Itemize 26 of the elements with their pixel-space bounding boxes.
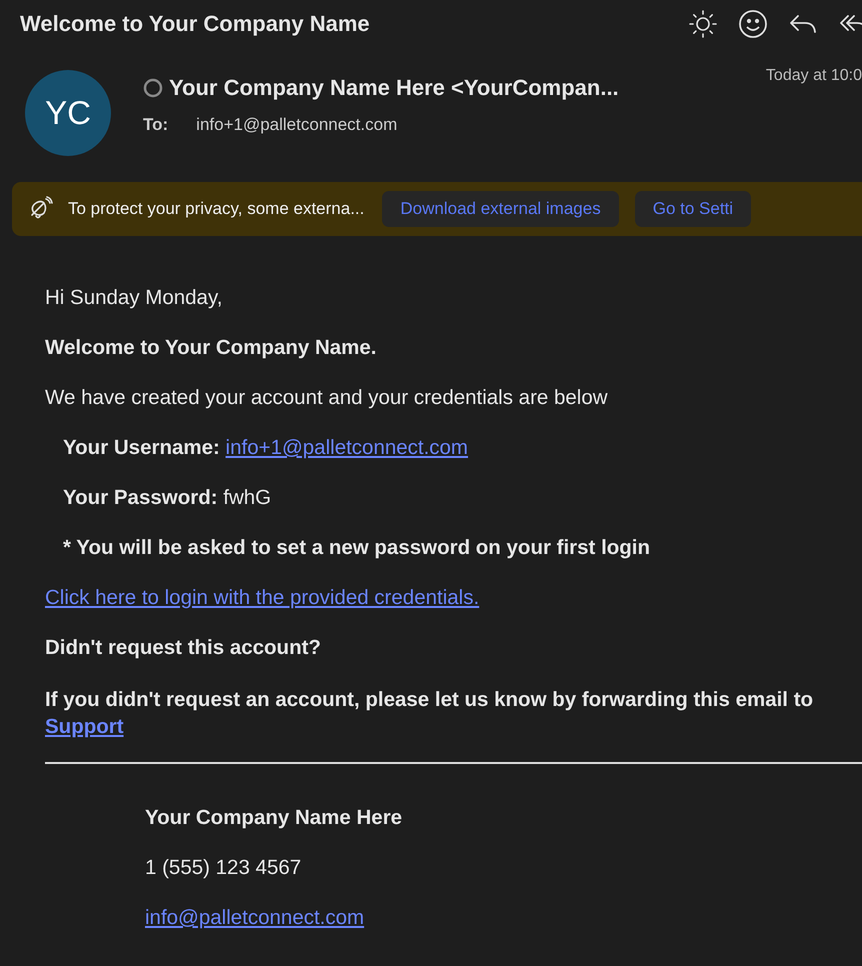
email-link[interactable]: info@palletconnect.com [145, 906, 364, 929]
status-circle-icon [143, 78, 163, 98]
company-name: Your Company Name Here [145, 806, 404, 830]
credential-label: Your Password: [63, 486, 218, 509]
privacy-notice: To protect your privacy, some externa... [68, 199, 364, 219]
username-link[interactable]: info+1@palletconnect.com [226, 436, 468, 459]
credential-label: Your Username: [63, 436, 220, 459]
body-heading: Didn't request this account? [45, 636, 322, 660]
phone-number: 1 (555) 123 4567 [145, 856, 302, 880]
credential-value: fwhG [223, 486, 272, 509]
body-heading: Welcome to Your Company Name. [45, 336, 378, 360]
login-link[interactable]: Click here to login with the provided credentials. [45, 586, 480, 609]
settings-button[interactable]: Go to Setti [634, 191, 752, 227]
sender-name: Your Company Name Here <YourCompan... [169, 75, 619, 101]
smiley-icon[interactable] [736, 7, 770, 41]
recipient-address: info+1@palletconnect.com [196, 115, 398, 135]
support-link[interactable]: Support [45, 715, 124, 738]
body-text: Hi Sunday Monday, [45, 286, 224, 310]
support-notice: If you didn't request an account, please let us know by forwarding this email to Support [45, 687, 814, 740]
received-time: Today at 10:0 [766, 67, 862, 85]
download-images-button[interactable]: Download external images [382, 191, 619, 227]
password-note: * You will be asked to set a new password on your first login [62, 536, 652, 560]
sender-avatar: YC [25, 70, 111, 156]
to-label: To: [143, 115, 168, 135]
body-text: We have created your account and your credentials are below [45, 386, 609, 410]
email-subject: Welcome to Your Company Name [20, 11, 371, 37]
